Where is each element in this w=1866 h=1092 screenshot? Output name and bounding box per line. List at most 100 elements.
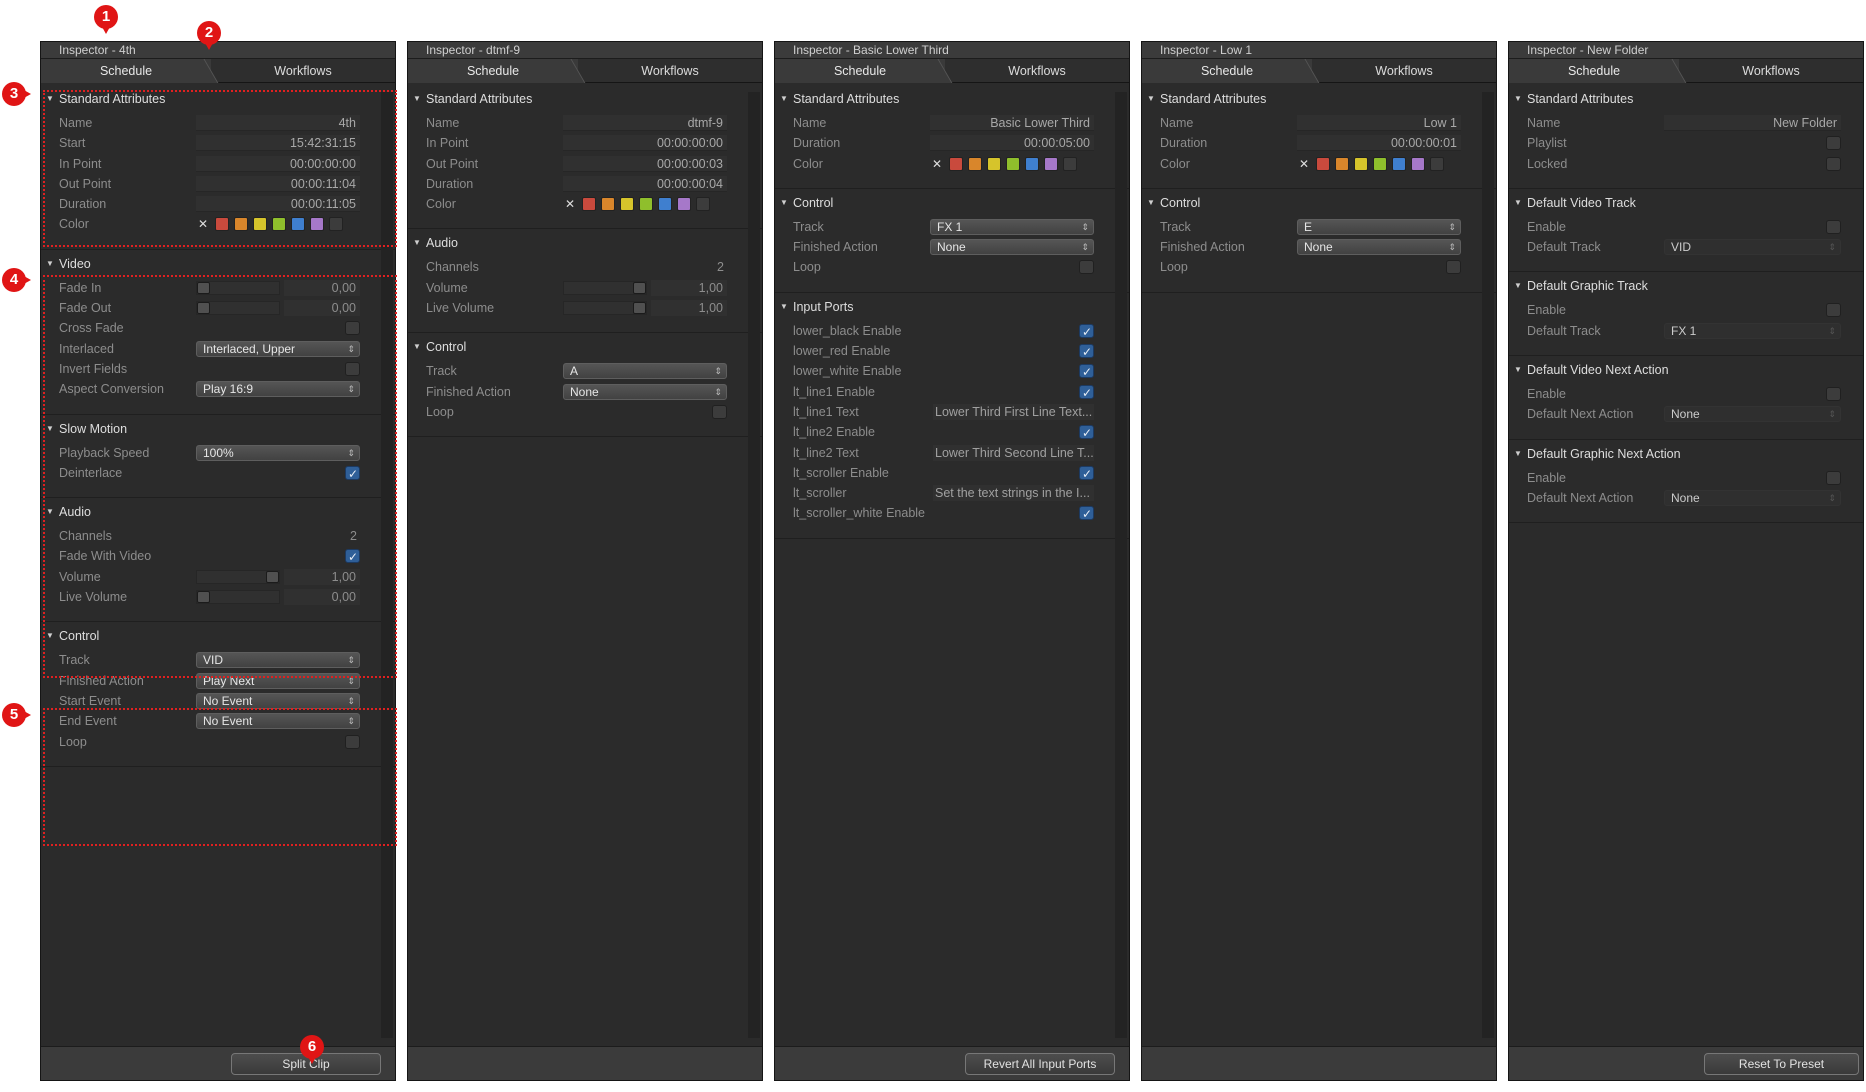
color-swatch[interactable] bbox=[1392, 156, 1406, 171]
tab-schedule[interactable]: Schedule bbox=[41, 59, 211, 83]
color-swatch[interactable] bbox=[582, 197, 596, 212]
enable-checkbox[interactable] bbox=[1826, 303, 1841, 318]
color-swatch[interactable] bbox=[1063, 156, 1077, 171]
in-point-field[interactable]: 00:00:00:00 bbox=[563, 135, 727, 152]
out-point-field[interactable]: 00:00:00:03 bbox=[563, 155, 727, 172]
scrollbar[interactable] bbox=[1482, 92, 1494, 1038]
volume-value[interactable]: 1,00 bbox=[651, 279, 727, 296]
color-swatch[interactable] bbox=[1373, 156, 1387, 171]
section-header[interactable]: Control bbox=[408, 333, 762, 361]
color-swatch[interactable] bbox=[658, 197, 672, 212]
color-swatch[interactable] bbox=[1354, 156, 1368, 171]
name-field[interactable]: Low 1 bbox=[1297, 115, 1461, 131]
name-field[interactable]: dtmf-9 bbox=[563, 115, 727, 131]
slider-knob[interactable] bbox=[633, 281, 646, 294]
port-checkbox[interactable] bbox=[1079, 464, 1094, 484]
tab-workflows[interactable]: Workflows bbox=[1312, 59, 1496, 83]
port-checkbox[interactable] bbox=[1079, 342, 1094, 362]
name-field[interactable]: Basic Lower Third bbox=[930, 115, 1094, 131]
volume-slider[interactable] bbox=[563, 280, 647, 295]
color-swatch[interactable] bbox=[1430, 156, 1444, 171]
tab-schedule[interactable]: Schedule bbox=[1509, 59, 1679, 83]
enable-checkbox[interactable] bbox=[1826, 219, 1841, 234]
loop-checkbox[interactable] bbox=[712, 404, 727, 419]
locked-checkbox[interactable] bbox=[1826, 156, 1841, 171]
enable-checkbox[interactable] bbox=[1826, 387, 1841, 402]
color-swatch[interactable] bbox=[987, 156, 1001, 171]
port-text-field[interactable]: Set the text strings in the I... bbox=[933, 485, 1094, 502]
color-swatch[interactable] bbox=[1006, 156, 1020, 171]
section-header[interactable]: Audio bbox=[408, 229, 762, 257]
color-swatch[interactable] bbox=[1316, 156, 1330, 171]
section-header[interactable]: Video bbox=[41, 250, 395, 278]
color-swatch[interactable] bbox=[620, 197, 634, 212]
slider-knob[interactable] bbox=[633, 302, 646, 315]
name-field[interactable]: New Folder bbox=[1664, 115, 1841, 131]
port-checkbox[interactable] bbox=[1079, 423, 1094, 443]
section-header[interactable]: Default Video Track bbox=[1509, 189, 1863, 217]
color-swatch[interactable] bbox=[601, 197, 615, 212]
finished-action-select[interactable]: None bbox=[563, 383, 727, 400]
scrollbar[interactable] bbox=[1115, 92, 1127, 1038]
port-checkbox[interactable] bbox=[1079, 504, 1094, 524]
color-swatch[interactable] bbox=[677, 197, 691, 212]
port-checkbox[interactable] bbox=[1079, 362, 1094, 382]
default-track-select[interactable]: VID bbox=[1664, 239, 1841, 256]
port-text-field[interactable]: Lower Third Second Line T... bbox=[933, 444, 1094, 461]
tab-schedule[interactable]: Schedule bbox=[775, 59, 945, 83]
default-next-action-select[interactable]: None bbox=[1664, 489, 1841, 506]
loop-checkbox[interactable] bbox=[1079, 260, 1094, 275]
marker-4-icon: 4 bbox=[2, 268, 31, 292]
section-header[interactable]: Standard Attributes bbox=[408, 85, 762, 113]
section-header[interactable]: Default Graphic Track bbox=[1509, 272, 1863, 300]
revert-all-input-ports-button[interactable]: Revert All Input Ports bbox=[965, 1053, 1115, 1075]
color-swatch[interactable] bbox=[696, 197, 710, 212]
default-next-action-select[interactable]: None bbox=[1664, 406, 1841, 423]
default-track-select[interactable]: FX 1 bbox=[1664, 322, 1841, 339]
tab-workflows[interactable]: Workflows bbox=[945, 59, 1129, 83]
tab-workflows[interactable]: Workflows bbox=[578, 59, 762, 83]
section-header[interactable]: Standard Attributes bbox=[775, 85, 1129, 113]
enable-checkbox[interactable] bbox=[1826, 470, 1841, 485]
color-swatch[interactable] bbox=[1411, 156, 1425, 171]
color-swatch[interactable] bbox=[949, 156, 963, 171]
color-swatch[interactable] bbox=[639, 197, 653, 212]
tab-workflows[interactable]: Workflows bbox=[211, 59, 395, 83]
no-color-icon[interactable]: ✕ bbox=[563, 194, 577, 214]
tab-schedule[interactable]: Schedule bbox=[408, 59, 578, 83]
live-volume-slider[interactable] bbox=[563, 301, 647, 316]
track-select[interactable]: E bbox=[1297, 218, 1461, 235]
color-swatch[interactable] bbox=[968, 156, 982, 171]
duration-field[interactable]: 00:00:00:01 bbox=[1297, 135, 1461, 152]
no-color-icon[interactable]: ✕ bbox=[930, 154, 944, 174]
port-text-field[interactable]: Lower Third First Line Text... bbox=[933, 403, 1094, 420]
track-select[interactable]: A bbox=[563, 363, 727, 380]
duration-field[interactable]: 00:00:05:00 bbox=[930, 135, 1094, 152]
finished-action-select[interactable]: None bbox=[930, 239, 1094, 256]
tab-schedule[interactable]: Schedule bbox=[1142, 59, 1312, 83]
playlist-checkbox[interactable] bbox=[1826, 136, 1841, 151]
color-swatch[interactable] bbox=[1025, 156, 1039, 171]
loop-checkbox[interactable] bbox=[1446, 260, 1461, 275]
reset-to-preset-button[interactable]: Reset To Preset bbox=[1704, 1053, 1859, 1075]
start-event-select[interactable]: No Event bbox=[196, 692, 360, 709]
color-swatch[interactable] bbox=[1044, 156, 1058, 171]
color-swatch[interactable] bbox=[1335, 156, 1349, 171]
live-volume-value[interactable]: 1,00 bbox=[651, 300, 727, 317]
section-header[interactable]: Standard Attributes bbox=[1142, 85, 1496, 113]
section-header[interactable]: Control bbox=[775, 189, 1129, 217]
section-header[interactable]: Default Video Next Action bbox=[1509, 356, 1863, 384]
port-checkbox[interactable] bbox=[1079, 383, 1094, 403]
row-locked: Locked bbox=[1509, 154, 1863, 174]
tab-workflows[interactable]: Workflows bbox=[1679, 59, 1863, 83]
duration-field[interactable]: 00:00:00:04 bbox=[563, 175, 727, 192]
track-select[interactable]: FX 1 bbox=[930, 218, 1094, 235]
no-color-icon[interactable]: ✕ bbox=[1297, 154, 1311, 174]
section-header[interactable]: Standard Attributes bbox=[1509, 85, 1863, 113]
section-header[interactable]: Control bbox=[1142, 189, 1496, 217]
scrollbar[interactable] bbox=[748, 92, 760, 1038]
section-header[interactable]: Input Ports bbox=[775, 293, 1129, 321]
finished-action-select[interactable]: None bbox=[1297, 239, 1461, 256]
port-checkbox[interactable] bbox=[1079, 322, 1094, 342]
section-header[interactable]: Default Graphic Next Action bbox=[1509, 440, 1863, 468]
